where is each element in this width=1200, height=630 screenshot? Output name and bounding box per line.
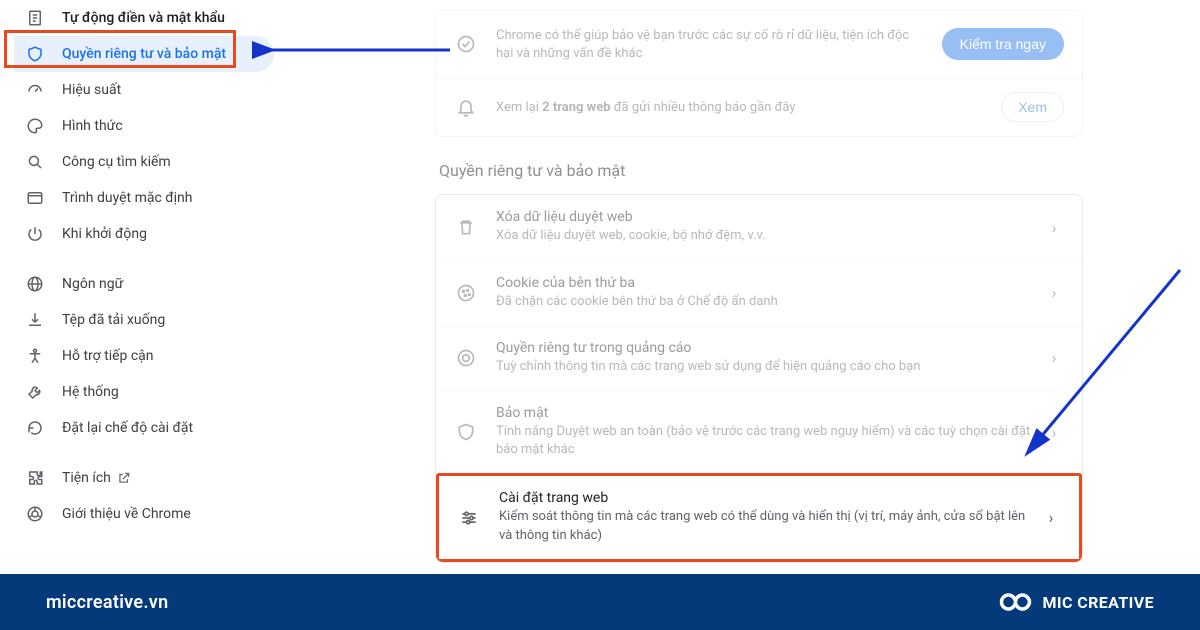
- footer-brand: MIC CREATIVE: [991, 589, 1155, 615]
- branding-footer: miccreative.vn MIC CREATIVE: [0, 574, 1200, 630]
- chevron-right-icon: ›: [1044, 218, 1064, 237]
- speedometer-icon: [24, 79, 46, 101]
- search-icon: [24, 151, 46, 173]
- sidebar-item-language[interactable]: Ngôn ngữ: [14, 266, 274, 302]
- sidebar-label: Trình duyệt mặc định: [62, 190, 193, 206]
- privacy-section-title: Quyền riêng tư và bảo mật: [439, 161, 1083, 180]
- footer-brand-text: MIC CREATIVE: [1043, 593, 1155, 612]
- row-title: Quyền riêng tư trong quảng cáo: [496, 340, 1044, 356]
- check-circle-icon: [454, 32, 478, 56]
- sidebar-item-default-browser[interactable]: Trình duyệt mặc định: [14, 180, 274, 216]
- security-shield-icon: [454, 420, 478, 444]
- row-desc: Tuỳ chỉnh thông tin mà các trang web sử …: [496, 358, 1044, 376]
- row-title: Bảo mật: [496, 405, 1044, 421]
- trash-icon: [454, 215, 478, 239]
- sidebar-item-system[interactable]: Hệ thống: [14, 374, 274, 410]
- shield-icon: [24, 43, 46, 65]
- sidebar-label: Tự động điền và mật khẩu: [62, 10, 225, 26]
- power-icon: [24, 223, 46, 245]
- chevron-right-icon: ›: [1041, 508, 1061, 527]
- palette-icon: [24, 115, 46, 137]
- infinity-logo-icon: [991, 589, 1033, 615]
- notification-review-row[interactable]: Xem lại 2 trang web đã gửi nhiều thông b…: [436, 77, 1082, 136]
- sidebar-item-startup[interactable]: Khi khởi động: [14, 216, 274, 252]
- sidebar-label: Hiệu suất: [62, 82, 121, 98]
- reset-icon: [24, 417, 46, 439]
- security-row[interactable]: Bảo mật Tính năng Duyệt web an toàn (bảo …: [436, 390, 1082, 473]
- sidebar-item-performance[interactable]: Hiệu suất: [14, 72, 274, 108]
- document-icon: [24, 7, 46, 29]
- row-desc: Đã chặn các cookie bên thứ ba ở Chế độ ẩ…: [496, 293, 1044, 311]
- clear-browsing-data-row[interactable]: Xóa dữ liệu duyệt web Xóa dữ liệu duyệt w…: [436, 195, 1082, 259]
- globe-icon: [24, 273, 46, 295]
- sidebar-label: Hệ thống: [62, 384, 119, 400]
- ad-icon: [454, 346, 478, 370]
- chevron-right-icon: ›: [1044, 283, 1064, 302]
- row-desc: Xóa dữ liệu duyệt web, cookie, bộ nhớ đệ…: [496, 227, 1044, 245]
- sidebar-label: Khi khởi động: [62, 226, 147, 242]
- check-now-button[interactable]: Kiểm tra ngay: [942, 28, 1064, 60]
- notification-review-text: Xem lại 2 trang web đã gửi nhiều thông b…: [496, 99, 989, 117]
- row-title: Cookie của bên thứ ba: [496, 275, 1044, 291]
- row-desc: Kiểm soát thông tin mà các trang web có …: [499, 508, 1041, 544]
- safety-check-card: Chrome có thể giúp bảo vệ bạn trước các …: [435, 10, 1083, 137]
- sidebar-item-accessibility[interactable]: Hỗ trợ tiếp cận: [14, 338, 274, 374]
- sidebar-item-privacy[interactable]: Quyền riêng tư và bảo mật: [14, 36, 274, 72]
- footer-domain: miccreative.vn: [46, 592, 168, 613]
- sidebar-item-reset[interactable]: Đặt lại chế độ cài đặt: [14, 410, 274, 446]
- settings-main: Chrome có thể giúp bảo vệ bạn trước các …: [435, 0, 1083, 563]
- sidebar-item-about[interactable]: Giới thiệu về Chrome: [14, 496, 274, 532]
- sliders-icon: [457, 506, 481, 530]
- sidebar-item-autofill[interactable]: Tự động điền và mật khẩu: [14, 0, 274, 36]
- privacy-card: Xóa dữ liệu duyệt web Xóa dữ liệu duyệt w…: [435, 194, 1083, 562]
- sidebar-label: Tiện ích: [62, 470, 111, 486]
- row-title: Xóa dữ liệu duyệt web: [496, 209, 1044, 225]
- chevron-right-icon: ›: [1044, 348, 1064, 367]
- settings-sidebar: Tự động điền và mật khẩu Quyền riêng tư …: [14, 0, 274, 532]
- sidebar-label: Giới thiệu về Chrome: [62, 506, 191, 522]
- chevron-right-icon: ›: [1044, 423, 1064, 442]
- safety-check-row[interactable]: Chrome có thể giúp bảo vệ bạn trước các …: [436, 11, 1082, 77]
- sidebar-item-extensions[interactable]: Tiện ích: [14, 460, 274, 496]
- sidebar-label: Đặt lại chế độ cài đặt: [62, 420, 193, 436]
- accessibility-icon: [24, 345, 46, 367]
- browser-icon: [24, 187, 46, 209]
- sidebar-label: Tệp đã tải xuống: [62, 312, 165, 328]
- sidebar-item-search[interactable]: Công cụ tìm kiếm: [14, 144, 274, 180]
- ad-privacy-row[interactable]: Quyền riêng tư trong quảng cáo Tuỳ chỉnh …: [436, 325, 1082, 390]
- safety-check-desc: Chrome có thể giúp bảo vệ bạn trước các …: [496, 27, 930, 63]
- third-party-cookies-row[interactable]: Cookie của bên thứ ba Đã chặn các cookie …: [436, 260, 1082, 325]
- puzzle-icon: [24, 467, 46, 489]
- sidebar-item-appearance[interactable]: Hình thức: [14, 108, 274, 144]
- row-desc: Tính năng Duyệt web an toàn (bảo vệ trướ…: [496, 423, 1044, 459]
- row-title: Cài đặt trang web: [499, 490, 1041, 506]
- chrome-icon: [24, 503, 46, 525]
- cookie-icon: [454, 281, 478, 305]
- site-settings-row[interactable]: Cài đặt trang web Kiểm soát thông tin mà …: [436, 473, 1082, 561]
- sidebar-label: Quyền riêng tư và bảo mật: [62, 46, 226, 62]
- sidebar-label: Công cụ tìm kiếm: [62, 154, 171, 170]
- download-icon: [24, 309, 46, 331]
- sidebar-label: Ngôn ngữ: [62, 276, 123, 292]
- bell-icon: [454, 95, 478, 119]
- sidebar-item-downloads[interactable]: Tệp đã tải xuống: [14, 302, 274, 338]
- sidebar-label: Hình thức: [62, 118, 123, 134]
- view-button[interactable]: Xem: [1001, 92, 1064, 122]
- external-link-icon: [117, 471, 131, 485]
- wrench-icon: [24, 381, 46, 403]
- sidebar-label: Hỗ trợ tiếp cận: [62, 348, 154, 364]
